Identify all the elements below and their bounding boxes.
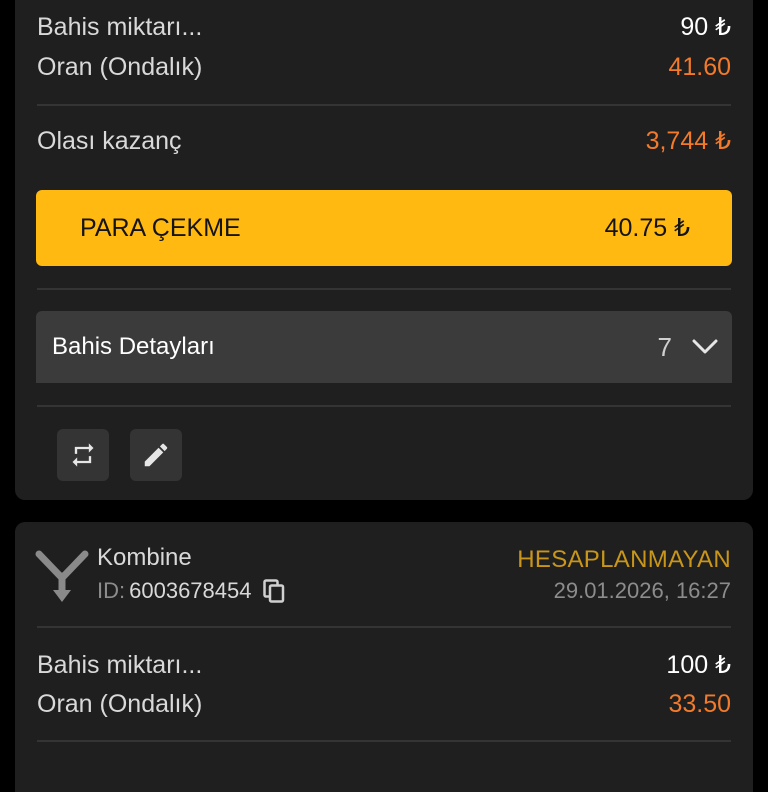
copy-icon[interactable]: [263, 579, 285, 603]
odds-label: Oran (Ondalık): [37, 689, 203, 718]
potential-win-label: Olası kazanç: [37, 126, 182, 155]
potential-win-value: 3,744 ₺: [645, 127, 731, 155]
stake-value: 100 ₺: [666, 651, 731, 679]
divider: [37, 405, 731, 407]
stake-row: Bahis miktarı... 90 ₺: [37, 10, 731, 44]
repeat-icon: [72, 443, 94, 467]
divider: [37, 626, 731, 628]
stake-row: Bahis miktarı... 100 ₺: [37, 648, 731, 682]
odds-value: 33.50: [668, 689, 731, 718]
bet-details-toggle[interactable]: Bahis Detayları 7: [36, 311, 732, 383]
divider: [37, 740, 731, 742]
divider: [37, 288, 731, 290]
bet-details-count: 7: [657, 331, 672, 362]
bet-type: Kombine: [97, 544, 192, 571]
bet-details-label: Bahis Detayları: [52, 333, 215, 360]
odds-row: Oran (Ondalık) 33.50: [37, 687, 731, 721]
bet-id-value: 6003678454: [129, 578, 252, 603]
bet-datetime: 29.01.2026, 16:27: [553, 578, 731, 603]
status-badge: HESAPLANMAYAN: [517, 546, 731, 573]
stake-label: Bahis miktarı...: [37, 12, 203, 41]
edit-pencil-icon: [144, 443, 168, 467]
cashout-button[interactable]: PARA ÇEKME 40.75 ₺: [36, 190, 732, 266]
bet-header: Kombine ID: 6003678454: [35, 542, 285, 608]
edit-bet-button[interactable]: [130, 429, 182, 481]
odds-value: 41.60: [668, 52, 731, 81]
cashout-amount: 40.75 ₺: [604, 214, 690, 242]
odds-label: Oran (Ondalık): [37, 52, 203, 81]
combo-bet-icon: [35, 550, 89, 602]
bet-card-1: Bahis miktarı... 90 ₺ Oran (Ondalık) 41.…: [15, 0, 753, 500]
divider: [37, 104, 731, 106]
chevron-down-icon: [692, 339, 718, 354]
cashout-label: PARA ÇEKME: [80, 213, 241, 242]
repeat-bet-button[interactable]: [57, 429, 109, 481]
bet-status-block: HESAPLANMAYAN 29.01.2026, 16:27: [517, 544, 731, 606]
bet-id-label: ID:: [97, 578, 126, 603]
odds-row: Oran (Ondalık) 41.60: [37, 50, 731, 84]
stake-label: Bahis miktarı...: [37, 650, 203, 679]
stake-value: 90 ₺: [680, 13, 731, 41]
bet-id: ID: 6003678454: [97, 576, 285, 606]
potential-win-row: Olası kazanç 3,744 ₺: [37, 124, 731, 158]
bet-card-2: Kombine ID: 6003678454 HESAPLANMAYAN 29.…: [15, 522, 753, 792]
